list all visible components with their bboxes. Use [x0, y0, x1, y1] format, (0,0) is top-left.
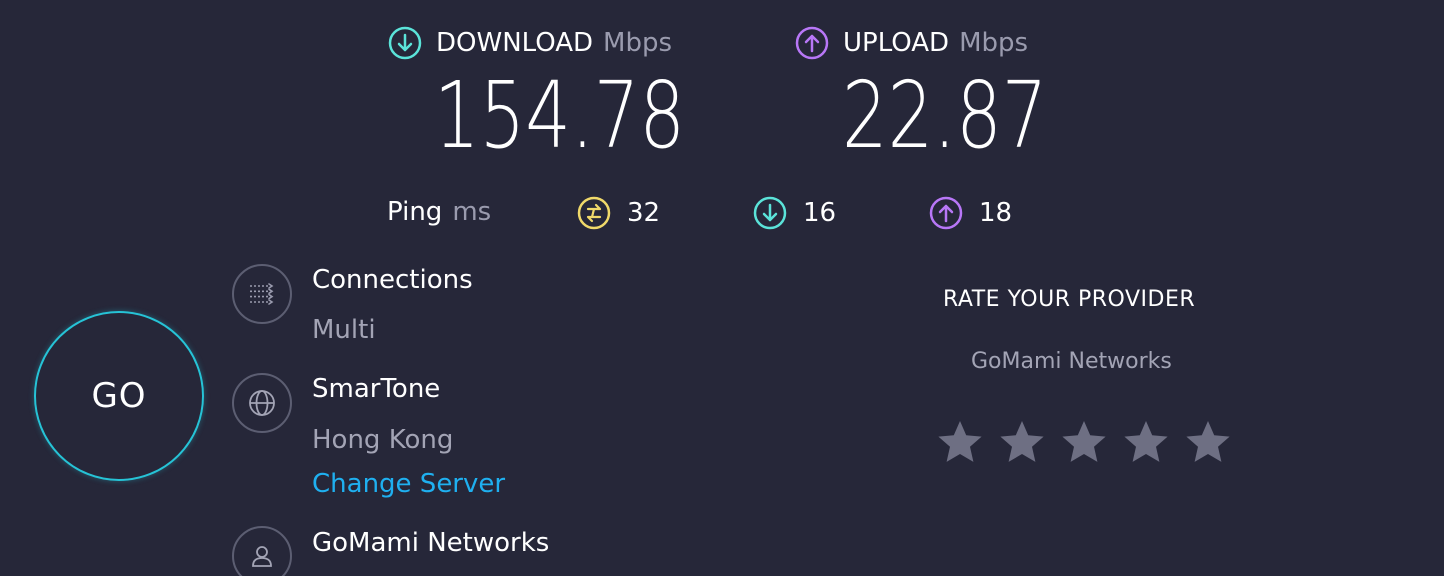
- connections-icon[interactable]: [232, 264, 292, 324]
- ping-label: Ping: [387, 197, 443, 227]
- star-icon-4[interactable]: [1122, 418, 1170, 466]
- globe-icon: [232, 373, 292, 433]
- download-label: DOWNLOAD: [436, 28, 594, 58]
- star-icon-5[interactable]: [1184, 418, 1232, 466]
- provider-title: GoMami Networks: [312, 528, 550, 558]
- arrow-down-circle-icon: [388, 26, 422, 60]
- user-icon: [232, 526, 292, 576]
- ping-idle: 32: [577, 196, 660, 230]
- download-value: 154.78: [434, 62, 686, 169]
- server-title: SmarTone: [312, 374, 441, 404]
- rate-provider-name: GoMami Networks: [971, 349, 1172, 374]
- ping-unit: ms: [452, 197, 492, 227]
- ping-idle-icon: [577, 196, 611, 230]
- upload-label: UPLOAD: [843, 28, 950, 58]
- ping-download: 16: [753, 196, 836, 230]
- arrow-up-circle-icon: [795, 26, 829, 60]
- connections-title: Connections: [312, 265, 473, 295]
- ping-upload: 18: [929, 196, 1012, 230]
- rating-stars: [936, 418, 1232, 466]
- go-button-label: GO: [91, 376, 147, 416]
- download-header: DOWNLOAD Mbps: [388, 26, 672, 60]
- speedtest-result-panel: DOWNLOAD Mbps UPLOAD Mbps 154.78 22.87 P…: [0, 0, 1444, 576]
- download-unit: Mbps: [603, 28, 673, 58]
- star-icon-1[interactable]: [936, 418, 984, 466]
- arrow-up-circle-icon: [929, 196, 963, 230]
- ping-download-value: 16: [803, 198, 837, 228]
- star-icon-2[interactable]: [998, 418, 1046, 466]
- rate-provider-title: RATE YOUR PROVIDER: [943, 287, 1196, 312]
- ping-idle-value: 32: [627, 198, 661, 228]
- upload-header: UPLOAD Mbps: [795, 26, 1028, 60]
- arrow-down-circle-icon: [753, 196, 787, 230]
- ping-label-group: Ping ms: [387, 197, 491, 227]
- upload-value: 22.87: [842, 62, 1048, 169]
- change-server-link[interactable]: Change Server: [312, 469, 505, 499]
- ping-upload-value: 18: [979, 198, 1013, 228]
- star-icon-3[interactable]: [1060, 418, 1108, 466]
- connections-value: Multi: [312, 315, 376, 345]
- upload-unit: Mbps: [959, 28, 1029, 58]
- server-location: Hong Kong: [312, 425, 454, 455]
- go-button[interactable]: GO: [34, 311, 204, 481]
